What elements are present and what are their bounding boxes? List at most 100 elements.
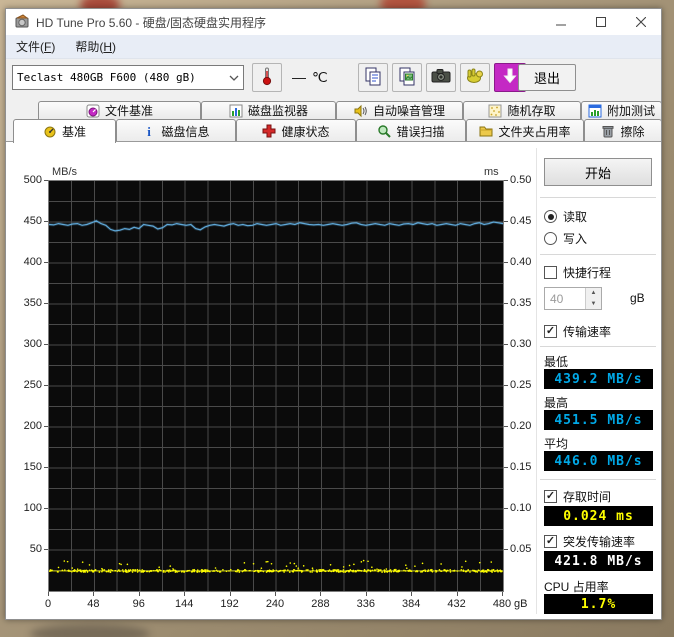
- screenshot-button[interactable]: [426, 63, 456, 92]
- folder-usage-icon: [479, 124, 493, 138]
- menu-bar: 文件(F) 帮助(H): [6, 35, 661, 59]
- tick-mark: [44, 508, 48, 509]
- app-window: HD Tune Pro 5.60 - 硬盘/固态硬盘实用程序 文件(F) 帮助(H…: [5, 8, 662, 620]
- cpu-usage-display: 1.7%: [544, 594, 653, 614]
- capacity-spinner[interactable]: 40 ▲ ▼: [544, 287, 602, 310]
- tick-mark: [229, 592, 231, 596]
- avg-value-display: 446.0 MB/s: [544, 451, 653, 471]
- menu-item-help[interactable]: 帮助(H): [65, 34, 126, 59]
- benchmark-chart: MB/s ms 500 450 400 350 300 250 200 150 100 50 0.5…: [6, 142, 536, 620]
- maximize-button[interactable]: [581, 9, 621, 35]
- radio-icon[interactable]: [544, 232, 557, 245]
- burst-rate-checkbox[interactable]: 突发传输速率: [544, 533, 635, 550]
- spin-down-button[interactable]: ▼: [586, 298, 601, 309]
- capacity-unit-label: gB: [630, 291, 645, 305]
- title-bar[interactable]: HD Tune Pro 5.60 - 硬盘/固态硬盘实用程序: [6, 9, 661, 35]
- y-left-tick: 400: [23, 256, 42, 268]
- tick-mark: [44, 180, 48, 181]
- write-radio[interactable]: 写入: [544, 230, 587, 247]
- donate-button[interactable]: [460, 63, 490, 92]
- tick-mark: [44, 385, 48, 386]
- tab-row-primary: 基准 i 磁盘信息 健康状态 错误扫描 文件夹占用率 擦除: [6, 119, 662, 143]
- x-tick: 384: [402, 598, 421, 610]
- copy-text-button[interactable]: [358, 63, 388, 92]
- tick-mark: [504, 549, 508, 550]
- tab-row-secondary: 文件基准 磁盘监视器 自动噪音管理 随机存取 附加测试: [6, 101, 662, 119]
- primary-tab-5[interactable]: 擦除: [584, 119, 662, 142]
- capacity-value[interactable]: 40: [545, 288, 585, 309]
- tab-label: 磁盘信息: [161, 124, 210, 139]
- separator: [540, 346, 656, 347]
- short-stroke-checkbox[interactable]: 快捷行程: [544, 264, 611, 281]
- primary-tab-0[interactable]: 基准: [13, 119, 116, 143]
- random-access-icon: [488, 104, 502, 118]
- x-tick: 144: [175, 598, 194, 610]
- start-button[interactable]: 开始: [544, 158, 652, 186]
- access-time-checkbox[interactable]: 存取时间: [544, 488, 611, 505]
- tick-mark: [504, 508, 508, 509]
- transfer-rate-checkbox[interactable]: 传输速率: [544, 323, 611, 340]
- desktop-background: HD Tune Pro 5.60 - 硬盘/固态硬盘实用程序 文件(F) 帮助(H…: [0, 0, 674, 637]
- x-tick: 288: [311, 598, 330, 610]
- tick-mark: [504, 344, 508, 345]
- tick-mark: [502, 592, 503, 596]
- primary-tab-1[interactable]: i 磁盘信息: [116, 119, 236, 142]
- min-label: 最低: [544, 355, 569, 369]
- aam-icon: [354, 104, 368, 118]
- plot-canvas: [48, 181, 504, 591]
- tab-label: 擦除: [620, 124, 645, 139]
- menu-item-file[interactable]: 文件(F): [6, 34, 65, 59]
- right-axis-unit: ms: [484, 166, 499, 178]
- tick-mark: [44, 467, 48, 468]
- tick-mark: [44, 549, 48, 550]
- max-value-display: 451.5 MB/s: [544, 410, 653, 430]
- checkbox-icon[interactable]: [544, 535, 557, 548]
- min-value-display: 439.2 MB/s: [544, 369, 653, 389]
- app-icon: [14, 14, 30, 30]
- copy-image-button[interactable]: [392, 63, 422, 92]
- secondary-tab-3[interactable]: 随机存取: [463, 101, 581, 119]
- burst-rate-label: 突发传输速率: [563, 535, 636, 549]
- close-button[interactable]: [621, 9, 661, 35]
- tab-label: 附加测试: [606, 104, 655, 118]
- copy-text-icon: [364, 66, 382, 89]
- x-tick: 240: [265, 598, 285, 610]
- secondary-tab-0[interactable]: 文件基准: [38, 101, 201, 119]
- left-axis-unit: MB/s: [52, 166, 78, 178]
- download-arrow-icon: [503, 68, 517, 87]
- temperature-button[interactable]: [252, 63, 282, 92]
- exit-button[interactable]: 退出: [518, 64, 576, 91]
- spinner-buttons: ▲ ▼: [585, 288, 601, 309]
- access-time-label: 存取时间: [563, 490, 612, 504]
- secondary-tab-4[interactable]: 附加测试: [581, 101, 662, 119]
- error-scan-icon: [377, 124, 392, 138]
- checkbox-icon[interactable]: [544, 325, 557, 338]
- spin-up-button[interactable]: ▲: [586, 288, 601, 299]
- primary-tab-4[interactable]: 文件夹占用率: [466, 119, 584, 142]
- secondary-tab-1[interactable]: 磁盘监视器: [201, 101, 336, 119]
- svg-text:i: i: [148, 124, 152, 138]
- checkbox-icon[interactable]: [544, 266, 557, 279]
- tab-label: 磁盘监视器: [247, 104, 308, 118]
- tab-label: 错误扫描: [396, 124, 445, 139]
- minimize-button[interactable]: [541, 9, 581, 35]
- tick-mark: [504, 262, 508, 263]
- primary-tab-2[interactable]: 健康状态: [236, 119, 356, 142]
- write-radio-label: 写入: [563, 232, 588, 246]
- cpu-usage-label: CPU 占用率: [544, 580, 609, 594]
- window-title: HD Tune Pro 5.60 - 硬盘/固态硬盘实用程序: [36, 15, 267, 30]
- radio-icon[interactable]: [544, 210, 557, 223]
- secondary-tab-2[interactable]: 自动噪音管理: [336, 101, 463, 119]
- checkbox-icon[interactable]: [544, 490, 557, 503]
- y-left-tick: 250: [23, 379, 42, 391]
- tick-mark: [504, 303, 508, 304]
- file-benchmark-icon: [86, 104, 100, 118]
- tick-mark: [504, 180, 508, 181]
- read-radio[interactable]: 读取: [544, 208, 587, 225]
- drive-select-dropdown[interactable]: Teclast 480GB F600 (480 gB): [12, 65, 244, 90]
- temperature-unit: ℃: [312, 69, 328, 85]
- primary-tab-3[interactable]: 错误扫描: [356, 119, 466, 142]
- donate-hand-icon: [465, 67, 485, 88]
- tab-label: 文件基准: [104, 104, 153, 118]
- tick-mark: [48, 592, 49, 596]
